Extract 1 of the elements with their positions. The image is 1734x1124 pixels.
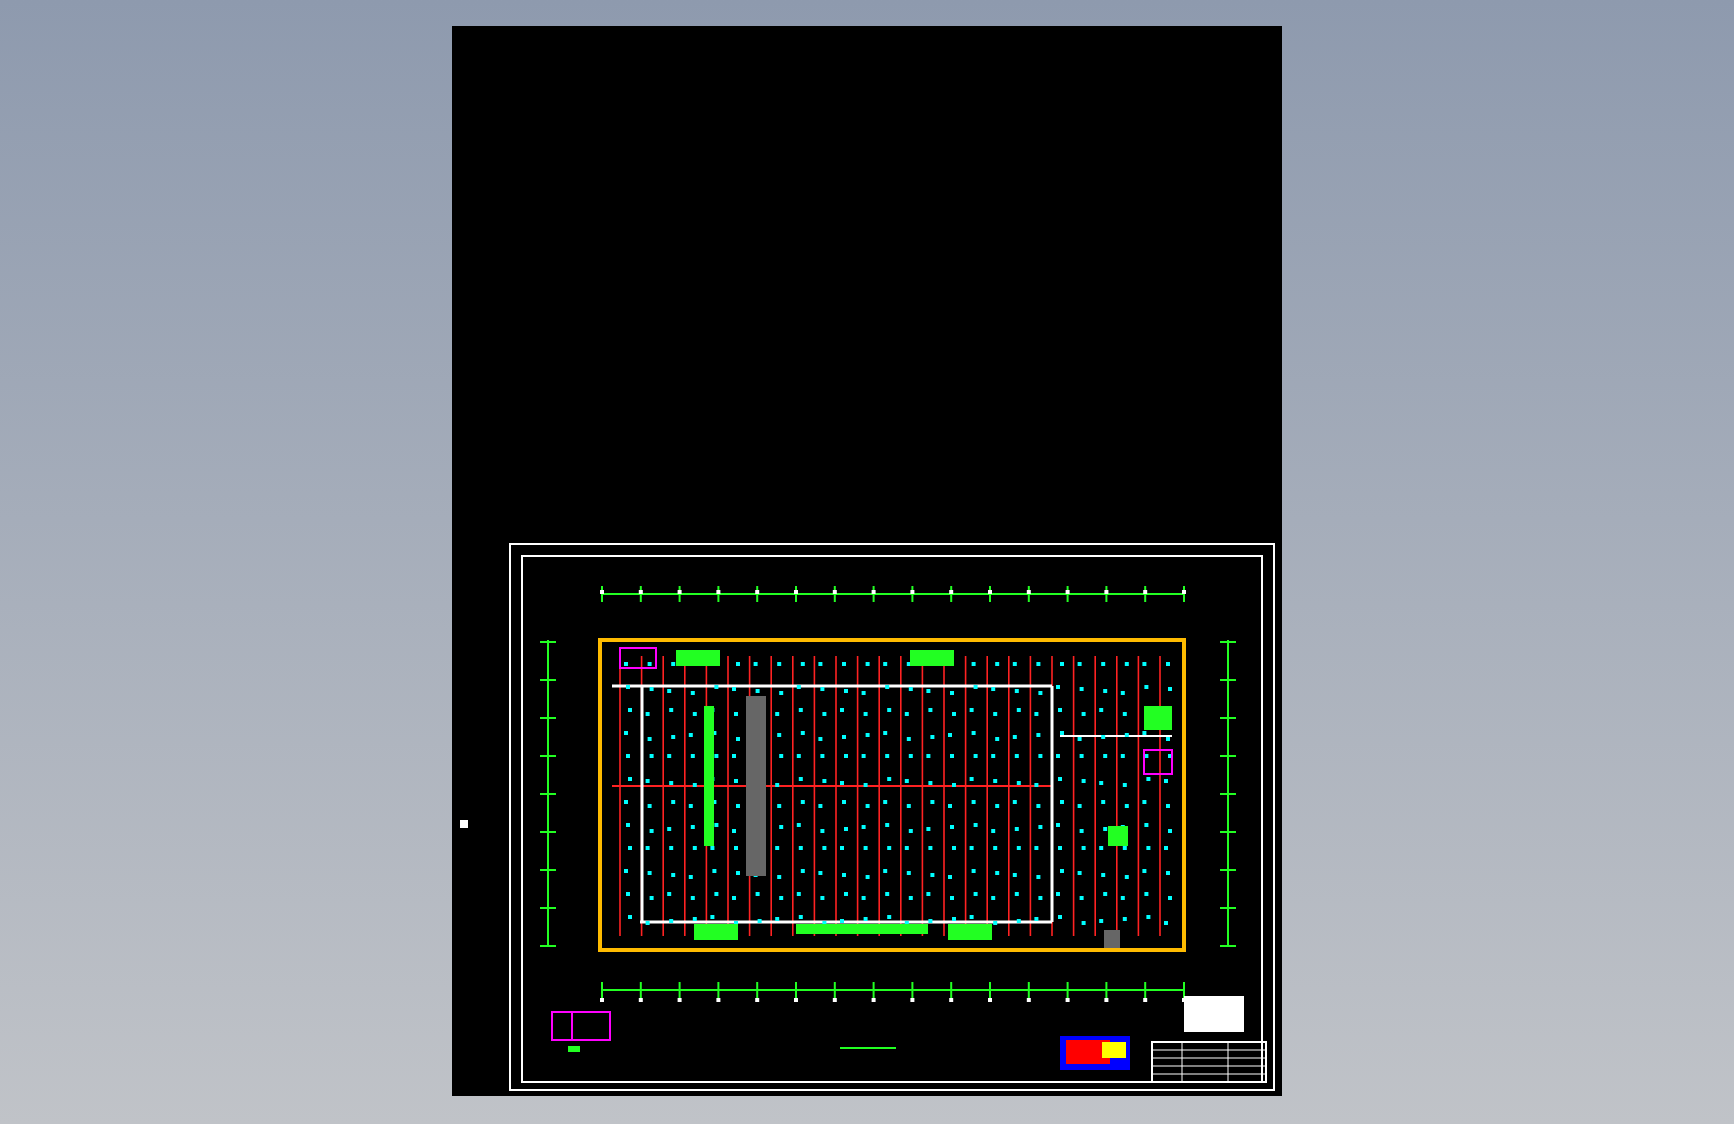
point-marker [460, 820, 468, 828]
